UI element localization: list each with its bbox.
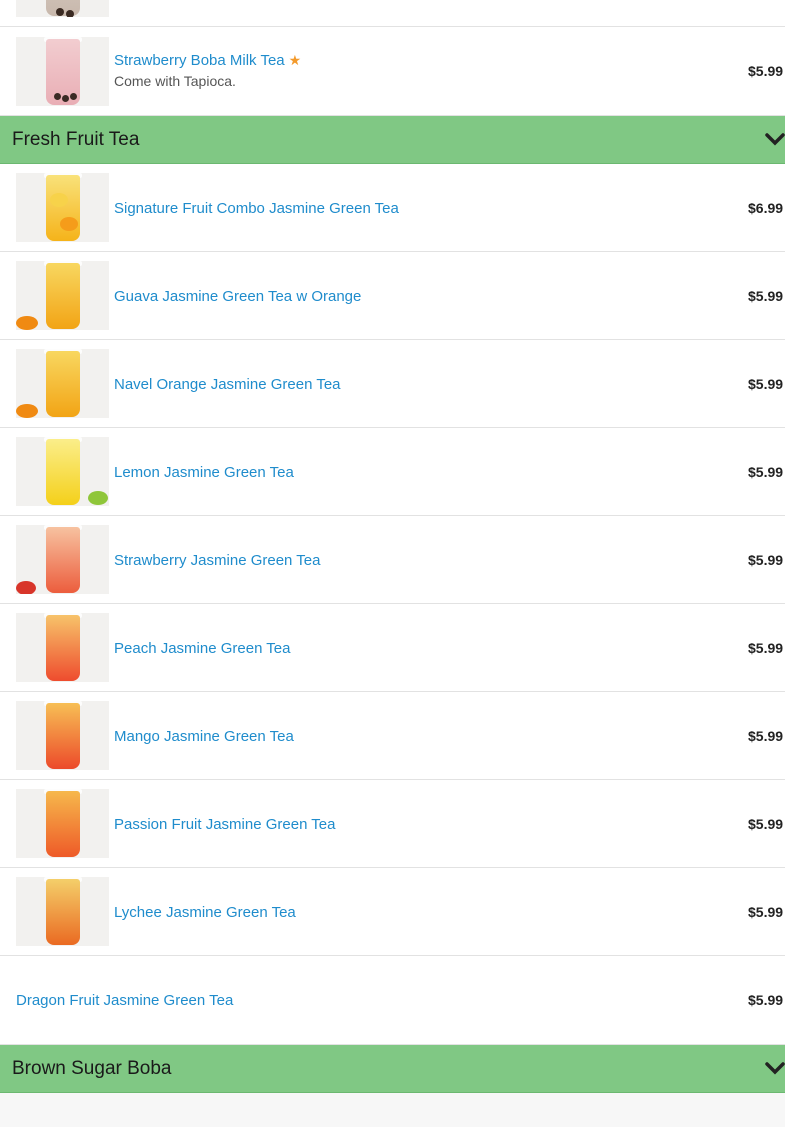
menu-item[interactable]: Mango Jasmine Green Tea $5.99 xyxy=(0,692,785,780)
item-name[interactable]: Peach Jasmine Green Tea xyxy=(114,640,291,657)
item-photo xyxy=(16,0,109,17)
category-header-brown-sugar-boba[interactable]: Brown Sugar Boba xyxy=(0,1045,785,1093)
item-name[interactable]: Lemon Jasmine Green Tea xyxy=(114,464,294,481)
item-price: $5.99 xyxy=(748,992,784,1008)
item-photo xyxy=(16,525,109,594)
item-photo xyxy=(16,349,109,418)
item-price: $5.99 xyxy=(748,640,784,656)
menu-item[interactable]: Dragon Fruit Jasmine Green Tea $5.99 xyxy=(0,956,785,1045)
item-price: $5.99 xyxy=(748,63,784,79)
item-price: $5.99 xyxy=(748,904,784,920)
menu-item[interactable]: Peach Jasmine Green Tea $5.99 xyxy=(0,604,785,692)
item-price: $5.99 xyxy=(748,288,784,304)
category-title: Fresh Fruit Tea xyxy=(12,129,140,150)
star-icon: ★ xyxy=(288,52,302,68)
item-name[interactable]: Signature Fruit Combo Jasmine Green Tea xyxy=(114,200,399,217)
item-price: $5.99 xyxy=(748,816,784,832)
item-name[interactable]: Navel Orange Jasmine Green Tea xyxy=(114,376,341,393)
category-header-fresh-fruit-tea[interactable]: Fresh Fruit Tea xyxy=(0,116,785,164)
item-price: $5.99 xyxy=(748,376,784,392)
item-name[interactable]: Strawberry Jasmine Green Tea xyxy=(114,552,320,569)
category-title: Brown Sugar Boba xyxy=(12,1058,172,1079)
menu-item[interactable]: Strawberry Boba Milk Tea ★ Come with Tapi… xyxy=(0,27,785,116)
item-name[interactable]: Guava Jasmine Green Tea w Orange xyxy=(114,288,361,305)
item-price: $5.99 xyxy=(748,728,784,744)
chevron-down-icon[interactable] xyxy=(765,128,785,150)
item-name[interactable]: Passion Fruit Jasmine Green Tea xyxy=(114,816,336,833)
menu-item[interactable]: Lemon Jasmine Green Tea $5.99 xyxy=(0,428,785,516)
item-photo xyxy=(16,789,109,858)
item-price: $5.99 xyxy=(748,552,784,568)
item-photo xyxy=(16,701,109,770)
menu-item[interactable]: Strawberry Jasmine Green Tea $5.99 xyxy=(0,516,785,604)
menu-item[interactable]: Guava Jasmine Green Tea w Orange $5.99 xyxy=(0,252,785,340)
menu-item[interactable]: Navel Orange Jasmine Green Tea $5.99 xyxy=(0,340,785,428)
item-description: Come with Tapioca. xyxy=(114,73,236,89)
item-price: $6.99 xyxy=(748,200,784,216)
chevron-down-icon[interactable] xyxy=(765,1057,785,1079)
item-name[interactable]: Dragon Fruit Jasmine Green Tea xyxy=(16,992,233,1009)
item-photo xyxy=(16,877,109,946)
menu-item-partial[interactable] xyxy=(0,0,785,27)
item-photo xyxy=(16,261,109,330)
menu-item[interactable]: Signature Fruit Combo Jasmine Green Tea … xyxy=(0,164,785,252)
item-photo xyxy=(16,613,109,682)
item-name[interactable]: Lychee Jasmine Green Tea xyxy=(114,904,296,921)
item-photo xyxy=(16,437,109,506)
menu-item[interactable]: Lychee Jasmine Green Tea $5.99 xyxy=(0,868,785,956)
item-price: $5.99 xyxy=(748,464,784,480)
item-name[interactable]: Mango Jasmine Green Tea xyxy=(114,728,294,745)
item-photo xyxy=(16,37,109,106)
item-name[interactable]: Strawberry Boba Milk Tea xyxy=(114,52,285,69)
menu-item[interactable]: Passion Fruit Jasmine Green Tea $5.99 xyxy=(0,780,785,868)
item-photo xyxy=(16,173,109,242)
list-footer-area xyxy=(0,1093,785,1127)
